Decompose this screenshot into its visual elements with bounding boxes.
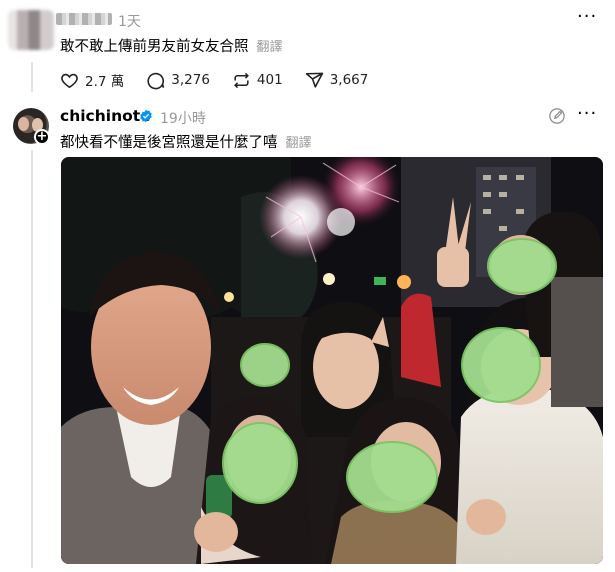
repost-button[interactable]: 401 xyxy=(232,71,283,90)
more-icon[interactable]: ··· xyxy=(577,103,597,124)
like-button[interactable]: 2.7 萬 xyxy=(60,70,124,90)
share-button[interactable]: 3,667 xyxy=(305,71,369,90)
blurred-username[interactable] xyxy=(56,13,112,25)
repost-count: 401 xyxy=(256,72,283,88)
post-time: 1天 xyxy=(118,14,141,30)
blurred-avatar[interactable] xyxy=(8,10,54,50)
post-photo[interactable] xyxy=(61,157,603,564)
username[interactable]: chichinote xyxy=(60,107,151,125)
main-post: chichinote 19小時 ··· 都快看不懂是後宮照還是什麼了嘻 翻譯 + xyxy=(0,100,615,572)
translate-link[interactable]: 翻譯 xyxy=(257,40,283,55)
face-blur-patch xyxy=(222,422,298,504)
thread-line xyxy=(31,150,33,568)
share-icon xyxy=(305,72,323,88)
translate-link[interactable]: 翻譯 xyxy=(286,136,312,151)
reply-post: 1天 ··· 敢不敢上傳前男友前女友合照 翻譯 2.7 萬 3,276 401 3… xyxy=(0,0,615,96)
post-text-content: 敢不敢上傳前男友前女友合照 xyxy=(60,39,249,55)
avatar-face xyxy=(18,117,29,131)
post-time: 19小時 xyxy=(160,111,206,127)
post-text: 敢不敢上傳前男友前女友合照 翻譯 xyxy=(60,35,283,56)
repost-icon xyxy=(233,72,249,88)
thread-line xyxy=(31,62,33,92)
face-blur-patch xyxy=(461,327,541,403)
face-blur-patch xyxy=(346,441,438,513)
comment-button[interactable]: 3,276 xyxy=(146,71,210,90)
verified-icon xyxy=(140,109,152,123)
post-text: 都快看不懂是後宮照還是什麼了嘻 翻譯 xyxy=(60,131,312,152)
edit-icon[interactable] xyxy=(548,107,566,125)
group-photo-image xyxy=(61,157,603,564)
face-blur-patch xyxy=(487,238,557,294)
face-blur-patch xyxy=(240,343,290,387)
heart-icon xyxy=(61,73,78,88)
share-count: 3,667 xyxy=(329,72,369,88)
comment-count: 3,276 xyxy=(171,72,210,88)
more-icon[interactable]: ··· xyxy=(577,6,597,27)
post-text-content: 都快看不懂是後宮照還是什麼了嘻 xyxy=(60,135,278,151)
comment-icon xyxy=(147,72,165,89)
action-bar: 2.7 萬 3,276 401 3,667 xyxy=(60,70,390,90)
follow-plus-icon[interactable]: + xyxy=(34,129,50,145)
like-count: 2.7 萬 xyxy=(85,74,125,90)
